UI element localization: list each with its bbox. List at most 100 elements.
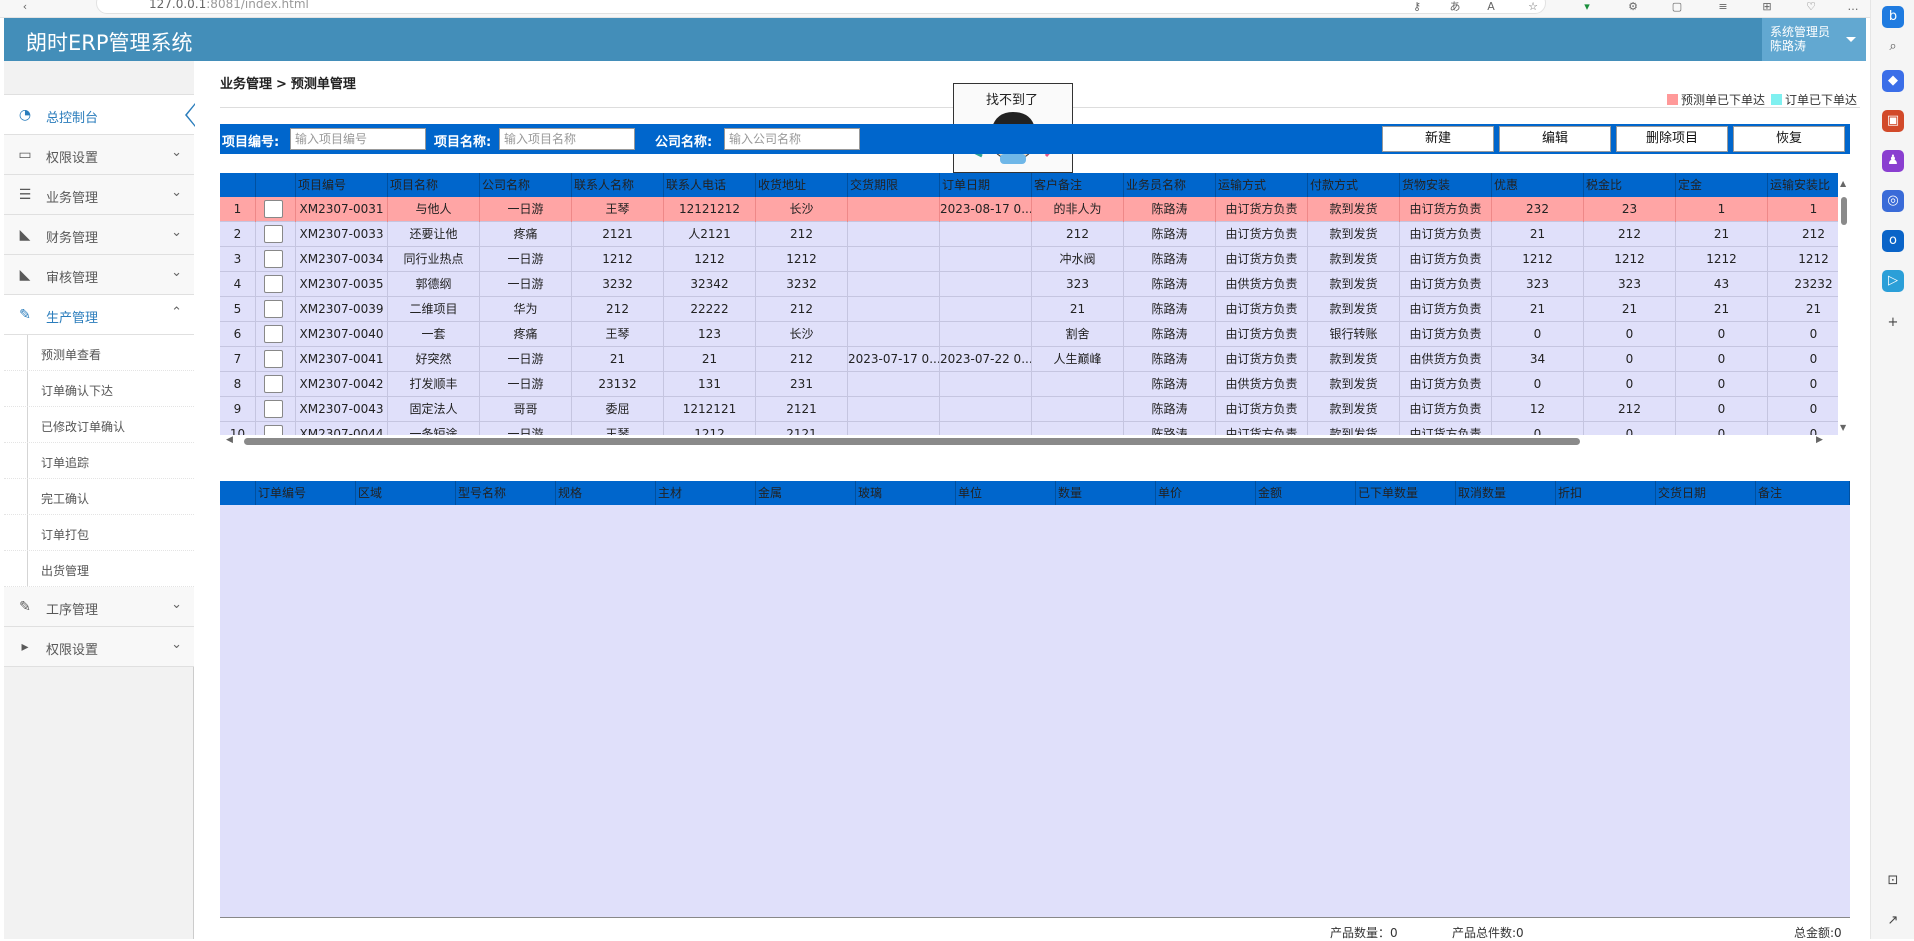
scroll-right-icon[interactable]: ▶: [1816, 435, 1823, 445]
drop-icon[interactable]: ▷: [1882, 270, 1904, 292]
microsoft365-icon[interactable]: ◎: [1882, 190, 1904, 212]
table-row[interactable]: 9 XM2307-0043 固定法人 哥哥 委屈 1212121 2121 陈路涛 由订货方负责…: [220, 397, 1838, 422]
column-header[interactable]: 单位: [956, 481, 1056, 505]
screenshot-icon[interactable]: ⊡: [1882, 870, 1904, 892]
edit-button[interactable]: 编辑: [1499, 126, 1611, 152]
vertical-scroll-thumb[interactable]: [1841, 197, 1847, 225]
column-header[interactable]: 优惠: [1492, 173, 1584, 197]
column-header[interactable]: 交货日期: [1656, 481, 1756, 505]
company-name-input[interactable]: [724, 128, 860, 150]
column-header[interactable]: [220, 481, 256, 505]
sidebar-subitem-order-confirm[interactable]: 订单确认下达: [4, 371, 194, 407]
column-header[interactable]: 取消数量: [1456, 481, 1556, 505]
column-header[interactable]: 客户备注: [1032, 173, 1124, 197]
key-icon[interactable]: ⚷: [1410, 1, 1424, 13]
column-header[interactable]: 主材: [656, 481, 756, 505]
sidebar-subitem-packing[interactable]: 订单打包: [4, 515, 194, 551]
split-screen-icon[interactable]: ▢: [1670, 1, 1684, 13]
horizontal-scrollbar[interactable]: ◀ ▶: [220, 435, 1838, 447]
row-checkbox[interactable]: [264, 375, 283, 393]
shopping-icon[interactable]: ◆: [1882, 70, 1904, 92]
restore-button[interactable]: 恢复: [1733, 126, 1845, 152]
column-header[interactable]: 联系人名称: [572, 173, 664, 197]
row-checkbox[interactable]: [264, 250, 283, 268]
column-header[interactable]: 型号名称: [456, 481, 556, 505]
sidebar-item-process[interactable]: ✎ 工序管理 ⌄: [4, 587, 194, 627]
row-checkbox[interactable]: [264, 300, 283, 318]
table-row[interactable]: 1 XM2307-0031 与他人 一日游 王琴 12121212 长沙 2023-08-17…: [220, 197, 1838, 222]
back-icon[interactable]: ‹: [18, 1, 32, 13]
vertical-scrollbar[interactable]: ▲ ▼: [1838, 173, 1850, 435]
column-header[interactable]: 单价: [1156, 481, 1256, 505]
add-icon[interactable]: +: [1882, 312, 1904, 334]
column-header[interactable]: 规格: [556, 481, 656, 505]
column-header[interactable]: 金额: [1256, 481, 1356, 505]
breadcrumb-parent[interactable]: 业务管理: [220, 77, 272, 92]
row-checkbox[interactable]: [264, 225, 283, 243]
row-checkbox[interactable]: [264, 350, 283, 368]
search-icon[interactable]: ⌕: [1882, 36, 1904, 58]
table-row[interactable]: 6 XM2307-0040 一套 疼痛 王琴 123 长沙 割舍 陈路涛 由订货方负责 银行转账 由订…: [220, 322, 1838, 347]
games-icon[interactable]: ♟: [1882, 150, 1904, 172]
column-header[interactable]: 已下单数量: [1356, 481, 1456, 505]
delete-project-button[interactable]: 删除项目: [1616, 126, 1728, 152]
sidebar-item-business[interactable]: ☰ 业务管理 ⌄: [4, 175, 194, 215]
open-external-icon[interactable]: ↗: [1882, 910, 1904, 932]
table-row[interactable]: 4 XM2307-0035 郭德纲 一日游 3232 32342 3232 323 陈路涛 由供货…: [220, 272, 1838, 297]
column-header[interactable]: 定金: [1676, 173, 1768, 197]
collections-icon[interactable]: ⊞: [1760, 1, 1774, 13]
copilot-icon[interactable]: b: [1882, 6, 1904, 28]
column-header[interactable]: 玻璃: [856, 481, 956, 505]
sidebar-subitem-modified-order[interactable]: 已修改订单确认: [4, 407, 194, 443]
table-row[interactable]: 3 XM2307-0034 同行业热点 一日游 1212 1212 1212 冲水阀 陈路涛 由订…: [220, 247, 1838, 272]
project-no-input[interactable]: [290, 128, 426, 150]
column-header[interactable]: 联系人电话: [664, 173, 756, 197]
table-row[interactable]: 8 XM2307-0042 打发顺丰 一日游 23132 131 231 陈路涛 由供货方负责款…: [220, 372, 1838, 397]
sidebar-subitem-shipping[interactable]: 出货管理: [4, 551, 194, 587]
column-header[interactable]: 订单日期: [940, 173, 1032, 197]
column-header[interactable]: 收货地址: [756, 173, 848, 197]
address-bar[interactable]: 127.0.0.1:8081/index.html: [96, 0, 1546, 14]
sidebar-item-finance[interactable]: ◣ 财务管理 ⌄: [4, 215, 194, 255]
sidebar-item-permissions[interactable]: ▭ 权限设置 ⌄: [4, 135, 194, 175]
row-checkbox[interactable]: [264, 275, 283, 293]
column-header[interactable]: 备注: [1756, 481, 1850, 505]
horizontal-scroll-thumb[interactable]: [244, 438, 1580, 445]
new-button[interactable]: 新建: [1382, 126, 1494, 152]
row-checkbox[interactable]: [264, 400, 283, 418]
scroll-down-icon[interactable]: ▼: [1840, 423, 1846, 432]
column-header[interactable]: 税金比: [1584, 173, 1676, 197]
column-header[interactable]: 业务员名称: [1124, 173, 1216, 197]
performance-icon[interactable]: ♡: [1804, 1, 1818, 13]
column-header[interactable]: 区域: [356, 481, 456, 505]
column-header[interactable]: 订单编号: [256, 481, 356, 505]
sidebar-subitem-completion[interactable]: 完工确认: [4, 479, 194, 515]
sidebar-item-audit[interactable]: ◣ 审核管理 ⌄: [4, 255, 194, 295]
table-row[interactable]: 7 XM2307-0041 好突然 一日游 21 21 212 2023-07-17 0...…: [220, 347, 1838, 372]
table-row[interactable]: 5 XM2307-0039 二维项目 华为 212 22222 212 21 陈路涛 由订货方负责…: [220, 297, 1838, 322]
row-checkbox[interactable]: [264, 325, 283, 343]
sidebar-subitem-order-tracking[interactable]: 订单追踪: [4, 443, 194, 479]
column-header[interactable]: 货物安装: [1400, 173, 1492, 197]
sidebar-item-dashboard[interactable]: ◔ 总控制台: [4, 95, 195, 135]
column-header[interactable]: 金属: [756, 481, 856, 505]
column-header[interactable]: [256, 173, 296, 197]
read-aloud-icon[interactable]: A: [1484, 1, 1498, 13]
column-header[interactable]: 公司名称: [480, 173, 572, 197]
favorites-bar-icon[interactable]: ≡: [1716, 1, 1730, 13]
column-header[interactable]: 数量: [1056, 481, 1156, 505]
column-header[interactable]: 交货期限: [848, 173, 940, 197]
more-icon[interactable]: …: [1846, 1, 1860, 13]
scroll-up-icon[interactable]: ▲: [1840, 179, 1846, 188]
translate-icon[interactable]: あ: [1448, 1, 1462, 13]
column-header[interactable]: 项目编号: [296, 173, 388, 197]
column-header[interactable]: 折扣: [1556, 481, 1656, 505]
column-header[interactable]: [220, 173, 256, 197]
outlook-icon[interactable]: o: [1882, 230, 1904, 252]
user-menu[interactable]: 系统管理员 陈路涛: [1762, 18, 1866, 61]
tools-icon[interactable]: ▣: [1882, 110, 1904, 132]
row-checkbox[interactable]: [264, 200, 283, 218]
project-name-input[interactable]: [499, 128, 635, 150]
sidebar-item-production[interactable]: ✎ 生产管理 ⌃: [4, 295, 194, 335]
scroll-left-icon[interactable]: ◀: [226, 435, 233, 445]
